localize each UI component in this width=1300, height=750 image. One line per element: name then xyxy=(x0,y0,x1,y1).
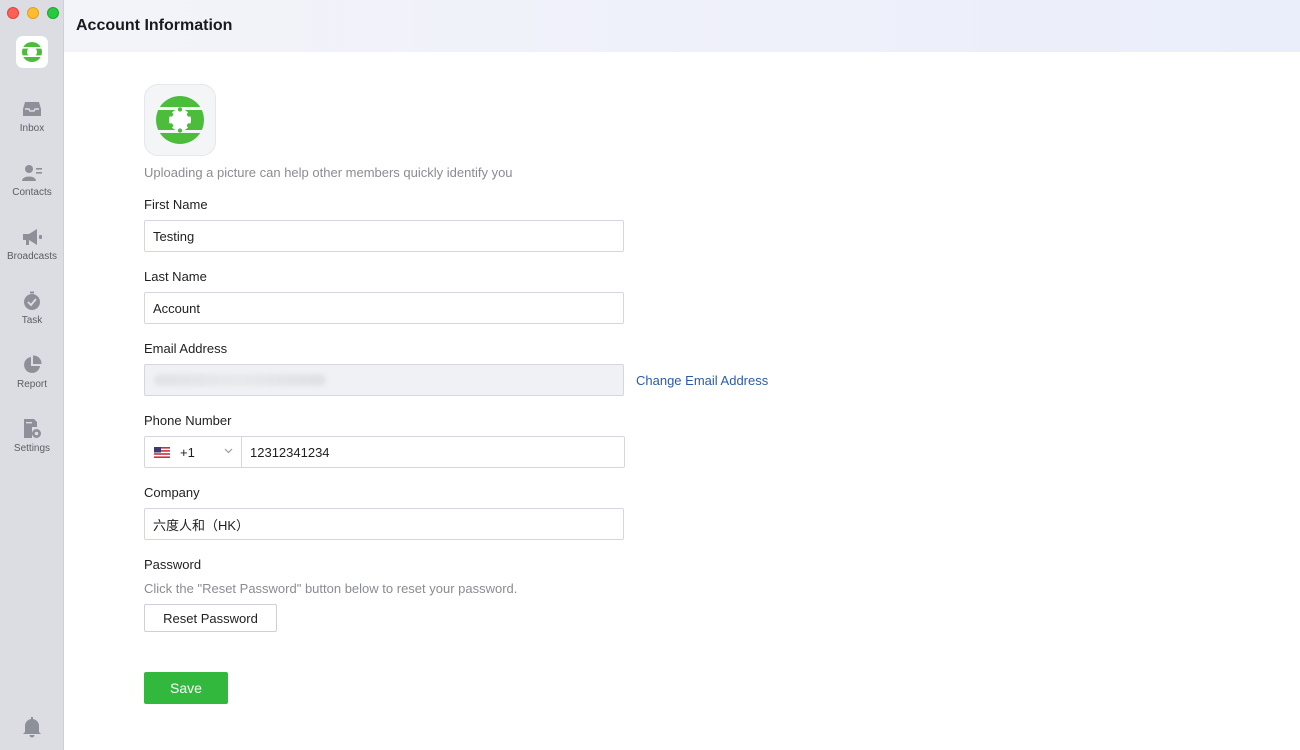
password-label: Password xyxy=(144,557,202,572)
sidebar-item-report[interactable]: Report xyxy=(0,354,64,390)
country-code-select[interactable]: +1 xyxy=(145,437,242,467)
sidebar-item-contacts[interactable]: Contacts xyxy=(0,162,64,198)
check-circle-icon xyxy=(21,290,43,312)
password-hint: Click the "Reset Password" button below … xyxy=(144,581,518,596)
email-redacted xyxy=(154,374,326,386)
minimize-window-button[interactable] xyxy=(27,7,39,19)
last-name-field[interactable] xyxy=(144,292,624,324)
sidebar-item-label: Contacts xyxy=(12,187,52,198)
save-button[interactable]: Save xyxy=(144,672,228,704)
avatar-upload[interactable] xyxy=(144,84,216,156)
sidebar-item-label: Inbox xyxy=(19,123,45,134)
account-form: Uploading a picture can help other membe… xyxy=(64,52,1300,750)
sidebar-item-task[interactable]: Task xyxy=(0,290,64,326)
contacts-icon xyxy=(21,162,43,184)
megaphone-icon xyxy=(21,226,43,248)
chevron-down-icon xyxy=(224,448,233,454)
app-logo[interactable] xyxy=(16,36,48,68)
phone-label: Phone Number xyxy=(144,413,232,428)
sidebar-item-inbox[interactable]: Inbox xyxy=(0,98,64,134)
sidebar-item-broadcasts[interactable]: Broadcasts xyxy=(0,226,64,262)
window-controls xyxy=(7,7,59,19)
sidebar-item-label: Report xyxy=(16,379,47,390)
app-logo-icon xyxy=(21,42,43,62)
sidebar-item-label: Task xyxy=(21,315,43,326)
close-window-button[interactable] xyxy=(7,7,19,19)
inbox-icon xyxy=(21,98,43,120)
sidebar: Inbox Contacts Broadcasts Task Report Se… xyxy=(0,0,64,750)
change-email-link[interactable]: Change Email Address xyxy=(636,373,768,388)
company-label: Company xyxy=(144,485,200,500)
first-name-field[interactable] xyxy=(144,220,624,252)
dial-code: +1 xyxy=(180,444,195,460)
last-name-label: Last Name xyxy=(144,269,207,284)
sidebar-item-label: Broadcasts xyxy=(6,251,58,262)
maximize-window-button[interactable] xyxy=(47,7,59,19)
page-title: Account Information xyxy=(76,17,233,34)
us-flag-icon xyxy=(154,446,170,458)
company-field[interactable] xyxy=(144,508,624,540)
sidebar-item-settings[interactable]: Settings xyxy=(0,418,64,454)
reset-password-button[interactable]: Reset Password xyxy=(144,604,277,632)
avatar-hint: Uploading a picture can help other membe… xyxy=(144,165,513,180)
bell-icon[interactable] xyxy=(21,716,43,738)
avatar-image xyxy=(154,96,206,144)
first-name-label: First Name xyxy=(144,197,208,212)
pie-chart-icon xyxy=(21,354,43,376)
settings-icon xyxy=(21,418,43,440)
phone-number-field[interactable] xyxy=(242,437,624,467)
phone-field-group: +1 xyxy=(144,436,625,468)
sidebar-item-label: Settings xyxy=(13,443,51,454)
email-label: Email Address xyxy=(144,341,228,356)
header: Account Information xyxy=(64,0,1300,52)
